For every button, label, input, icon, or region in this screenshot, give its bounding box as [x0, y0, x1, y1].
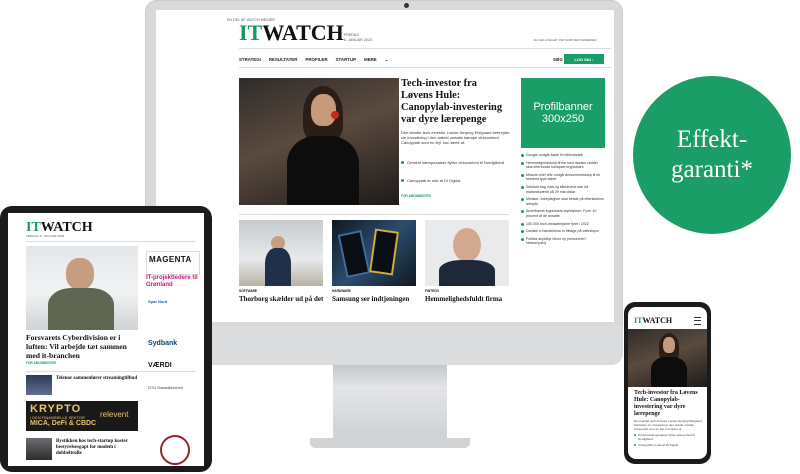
- news-list: Google undgår bøde til millionbeløb Hemm…: [521, 153, 605, 249]
- tablet-date: FREDAG 6. JANUAR 2023: [26, 234, 65, 238]
- phone-headline[interactable]: Tech-investor fra Løvens Hule: Canopylab…: [634, 390, 702, 418]
- header-divider: [239, 48, 611, 49]
- list-item[interactable]: Danske e-handelshus er tilbage på væksts…: [521, 229, 605, 234]
- tablet-screen: ITWATCH FREDAG 6. JANUAR 2023 Forsvarets…: [8, 213, 204, 466]
- phone-device: ITWATCH Tech-investor fra Løvens Hule: C…: [624, 302, 711, 464]
- nav-divider: [239, 67, 611, 68]
- date-full: 6. JANUAR 2023: [344, 38, 373, 42]
- nav-resultater[interactable]: RESULTATER: [269, 57, 298, 63]
- card-photo-2[interactable]: [332, 220, 416, 286]
- list-item[interactable]: Selskab bag chat-og billedrobot kan nå m…: [521, 185, 605, 194]
- login-note: DU ER LOGGET IND SOM WATCHMEDIER: [534, 38, 597, 42]
- list-item[interactable]: Google undgår bøde til millionbeløb: [521, 153, 605, 158]
- hamburger-menu-icon[interactable]: [694, 317, 701, 325]
- monitor-stand-base: [310, 438, 470, 448]
- card-headline-1[interactable]: Thorborg skælder ud på det: [239, 295, 327, 303]
- desktop-screen: EN DEL AF WATCH MEDIER ITWATCH FREDAG 6.…: [156, 10, 614, 322]
- list-item[interactable]: Politisk skyldbyr bliver ny pressechef i…: [521, 237, 605, 246]
- magenta-ad[interactable]: MAGENTA: [146, 251, 200, 275]
- phone-bullet-1[interactable]: Omstrid kæmpesatser flytter virksomhed t…: [634, 433, 702, 441]
- chevron-down-icon[interactable]: ⌄: [385, 57, 389, 63]
- badge-line-1: Effekt-: [676, 126, 748, 153]
- nav-startup[interactable]: STARTUP: [336, 57, 356, 63]
- lead-bullet-1[interactable]: Omstrid kæmpesatser flytter virksomhed t…: [401, 160, 511, 165]
- phone-lead-photo[interactable]: [628, 329, 707, 387]
- cards-divider: [239, 214, 509, 215]
- site-logo[interactable]: ITWATCH: [239, 22, 344, 44]
- card-headline-3[interactable]: Hemmelighedsfuldt firma: [425, 295, 513, 303]
- tablet-lead-photo[interactable]: [26, 246, 138, 330]
- phone-logo[interactable]: ITWATCH: [634, 317, 672, 325]
- nav-mere[interactable]: MERE: [364, 57, 377, 63]
- dtu-seal-icon: [160, 435, 190, 465]
- tablet-device: ITWATCH FREDAG 6. JANUAR 2023 Forsvarets…: [0, 206, 212, 472]
- date-day: FREDAG: [344, 33, 360, 37]
- card-category-1: SOFTWARE: [239, 289, 258, 293]
- bullet-icon: [401, 179, 404, 182]
- login-button[interactable]: LOG IND ›: [564, 54, 604, 64]
- search-link[interactable]: SØG: [553, 57, 563, 62]
- job-dtu[interactable]: DTU Datasikkerhed: [148, 385, 183, 390]
- magenta-ad-text[interactable]: IT-projektledere til Grønland: [146, 275, 198, 293]
- effekt-garanti-badge: Effekt- garanti*: [633, 76, 791, 234]
- job-sydbank[interactable]: Sydbank: [148, 340, 177, 347]
- lead-headline[interactable]: Tech-investor fra Løvens Hule: Canopylab…: [401, 78, 511, 126]
- list-item[interactable]: Amerikansk kryptobørs styrtdykker: Fyrer…: [521, 209, 605, 218]
- card-photo-1[interactable]: [239, 220, 323, 286]
- list-item[interactable]: Miracle-chef ville undgå virksomhedsstop…: [521, 173, 605, 182]
- card-photo-3[interactable]: [425, 220, 509, 286]
- story3-headline[interactable]: Bystikken hos tech-startup koster bestyr…: [56, 439, 140, 457]
- main-nav: STRATEGI RESULTATER PROFILER STARTUP MER…: [239, 57, 388, 63]
- story3-photo[interactable]: [26, 438, 52, 460]
- list-item[interactable]: Minister: Arbejdsgiver skal betale på ef…: [521, 197, 605, 206]
- card-category-2: HARDWARE: [332, 289, 351, 293]
- nav-profiler[interactable]: PROFILER: [305, 57, 327, 63]
- list-item[interactable]: 150.000 tech-medarbejdere fyret i 2022: [521, 222, 605, 227]
- lead-bullet-2[interactable]: Canopylab er ude af DI Digital: [401, 178, 511, 183]
- nav-strategi[interactable]: STRATEGI: [239, 57, 261, 63]
- card-headline-2[interactable]: Samsung ser indtjeningen: [332, 295, 420, 303]
- tablet-divider: [26, 241, 196, 242]
- lead-section: FOR ABONNENTER: [401, 194, 431, 198]
- monitor-chin: [145, 326, 623, 365]
- badge-line-2: garanti*: [671, 156, 753, 183]
- tablet-divider-2: [26, 371, 196, 372]
- tablet-logo[interactable]: ITWATCH: [26, 219, 93, 235]
- monitor-stand: [333, 365, 447, 440]
- job-spar-nord[interactable]: Spar Nord: [148, 299, 167, 304]
- profile-banner-ad[interactable]: Profilbanner 300x250: [521, 78, 605, 148]
- story2-photo[interactable]: [26, 375, 52, 395]
- camera-icon: [404, 3, 409, 8]
- story2-headline[interactable]: Telenor sammenfører streamingtilbud: [56, 376, 140, 382]
- list-item[interactable]: Hemmelighedsfuldt firma med danske rødde…: [521, 161, 605, 170]
- bullet-icon: [401, 161, 404, 164]
- tablet-section: FOR ABONNENTER: [26, 361, 56, 365]
- card-category-3: FINTECH: [425, 289, 439, 293]
- phone-summary: Den kendte tech-investor Louise Herping …: [634, 419, 702, 431]
- phone-screen: ITWATCH Tech-investor fra Løvens Hule: C…: [628, 307, 707, 459]
- job-vaerdi[interactable]: VÆRDI: [148, 362, 172, 369]
- phone-bullet-2[interactable]: Canopylab er ude af DI Digital: [634, 443, 702, 447]
- krypto-ad[interactable]: KRYPTO I DEN FINANSIELLE SEKTOR MICA, De…: [26, 401, 138, 431]
- tablet-headline[interactable]: Forsvarets Cyberdivision er i luften: Vi…: [26, 333, 140, 360]
- lead-photo[interactable]: [239, 78, 399, 205]
- lead-summary: Den kendte tech-investor Louise Herping …: [401, 130, 510, 145]
